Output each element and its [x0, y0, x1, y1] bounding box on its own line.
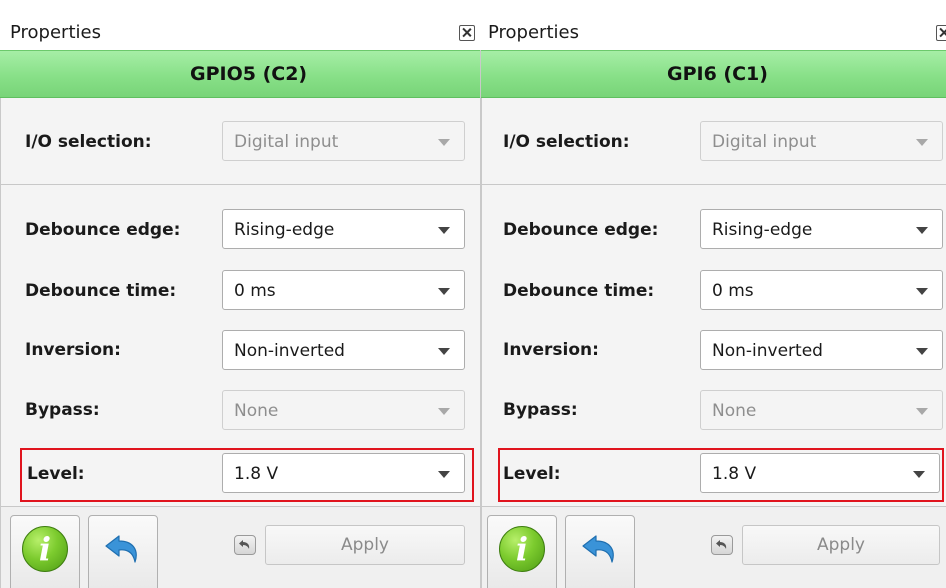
- section-divider: [482, 184, 946, 185]
- device-header: GPI6 (C1): [481, 50, 946, 98]
- inversion-label: Inversion:: [25, 340, 121, 360]
- debounce-time-label: Debounce time:: [503, 281, 655, 301]
- debounce-time-dropdown[interactable]: 0 ms: [700, 270, 943, 310]
- level-dropdown[interactable]: 1.8 V: [222, 453, 465, 493]
- debounce-edge-label: Debounce edge:: [25, 220, 181, 240]
- chevron-down-icon: [438, 408, 450, 415]
- io-selection-value: Digital input: [712, 132, 817, 152]
- undo-icon: [105, 535, 137, 563]
- panel-toolbar: i Apply: [1, 506, 480, 588]
- bypass-label: Bypass:: [503, 400, 578, 420]
- close-icon[interactable]: [459, 25, 475, 41]
- undo-button[interactable]: [88, 515, 158, 588]
- chevron-down-icon: [438, 471, 450, 478]
- inversion-label: Inversion:: [503, 340, 599, 360]
- chevron-down-icon: [438, 288, 450, 295]
- apply-button[interactable]: Apply: [742, 525, 940, 565]
- info-button[interactable]: i: [10, 515, 80, 588]
- panel-titlebar: Properties: [481, 0, 946, 50]
- properties-body: I/O selection: Digital input Debounce ed…: [481, 98, 946, 588]
- debounce-edge-dropdown[interactable]: Rising-edge: [700, 209, 943, 249]
- inversion-dropdown[interactable]: Non-inverted: [222, 330, 465, 370]
- chevron-down-icon: [916, 408, 928, 415]
- small-undo-icon[interactable]: [234, 535, 256, 555]
- bypass-value: None: [712, 401, 757, 421]
- undo-button[interactable]: [565, 515, 635, 588]
- chevron-down-icon: [916, 227, 928, 234]
- chevron-down-icon: [916, 348, 928, 355]
- chevron-down-icon: [916, 139, 928, 146]
- panel-title: Properties: [488, 22, 579, 43]
- properties-panel-left: Properties GPIO5 (C2) I/O selection: Dig…: [0, 0, 480, 588]
- info-button[interactable]: i: [487, 515, 557, 588]
- small-undo-icon[interactable]: [711, 535, 733, 555]
- debounce-time-label: Debounce time:: [25, 281, 177, 301]
- io-selection-label: I/O selection:: [503, 132, 630, 152]
- undo-icon: [582, 535, 614, 563]
- bypass-label: Bypass:: [25, 400, 100, 420]
- chevron-down-icon: [913, 471, 925, 478]
- close-icon[interactable]: [936, 25, 946, 41]
- debounce-edge-label: Debounce edge:: [503, 220, 659, 240]
- chevron-down-icon: [916, 288, 928, 295]
- debounce-time-value: 0 ms: [712, 281, 754, 301]
- debounce-time-value: 0 ms: [234, 281, 276, 301]
- chevron-down-icon: [438, 227, 450, 234]
- properties-body: I/O selection: Digital input Debounce ed…: [0, 98, 480, 588]
- bypass-value: None: [234, 401, 279, 421]
- io-selection-label: I/O selection:: [25, 132, 152, 152]
- debounce-edge-dropdown[interactable]: Rising-edge: [222, 209, 465, 249]
- info-icon: i: [22, 526, 68, 572]
- level-value: 1.8 V: [712, 464, 757, 484]
- panel-title: Properties: [10, 22, 101, 43]
- level-label: Level:: [27, 464, 85, 484]
- panel-toolbar: i Apply: [482, 506, 946, 588]
- info-icon: i: [499, 526, 545, 572]
- properties-panel-right: Properties GPI6 (C1) I/O selection: Digi…: [481, 0, 946, 588]
- apply-button[interactable]: Apply: [265, 525, 465, 565]
- io-selection-value: Digital input: [234, 132, 339, 152]
- inversion-value: Non-inverted: [234, 341, 345, 361]
- debounce-time-dropdown[interactable]: 0 ms: [222, 270, 465, 310]
- device-header-label: GPIO5 (C2): [190, 63, 308, 85]
- inversion-dropdown[interactable]: Non-inverted: [700, 330, 943, 370]
- device-header-label: GPI6 (C1): [667, 63, 768, 85]
- io-selection-dropdown[interactable]: Digital input: [222, 121, 465, 161]
- io-selection-dropdown[interactable]: Digital input: [700, 121, 943, 161]
- device-header: GPIO5 (C2): [0, 50, 480, 98]
- bypass-dropdown[interactable]: None: [222, 390, 465, 430]
- level-label: Level:: [503, 464, 561, 484]
- level-dropdown[interactable]: 1.8 V: [700, 453, 940, 493]
- debounce-edge-value: Rising-edge: [234, 220, 335, 240]
- panel-titlebar: Properties: [0, 0, 480, 50]
- level-value: 1.8 V: [234, 464, 279, 484]
- chevron-down-icon: [438, 348, 450, 355]
- inversion-value: Non-inverted: [712, 341, 823, 361]
- bypass-dropdown[interactable]: None: [700, 390, 943, 430]
- debounce-edge-value: Rising-edge: [712, 220, 813, 240]
- section-divider: [1, 184, 480, 185]
- chevron-down-icon: [438, 139, 450, 146]
